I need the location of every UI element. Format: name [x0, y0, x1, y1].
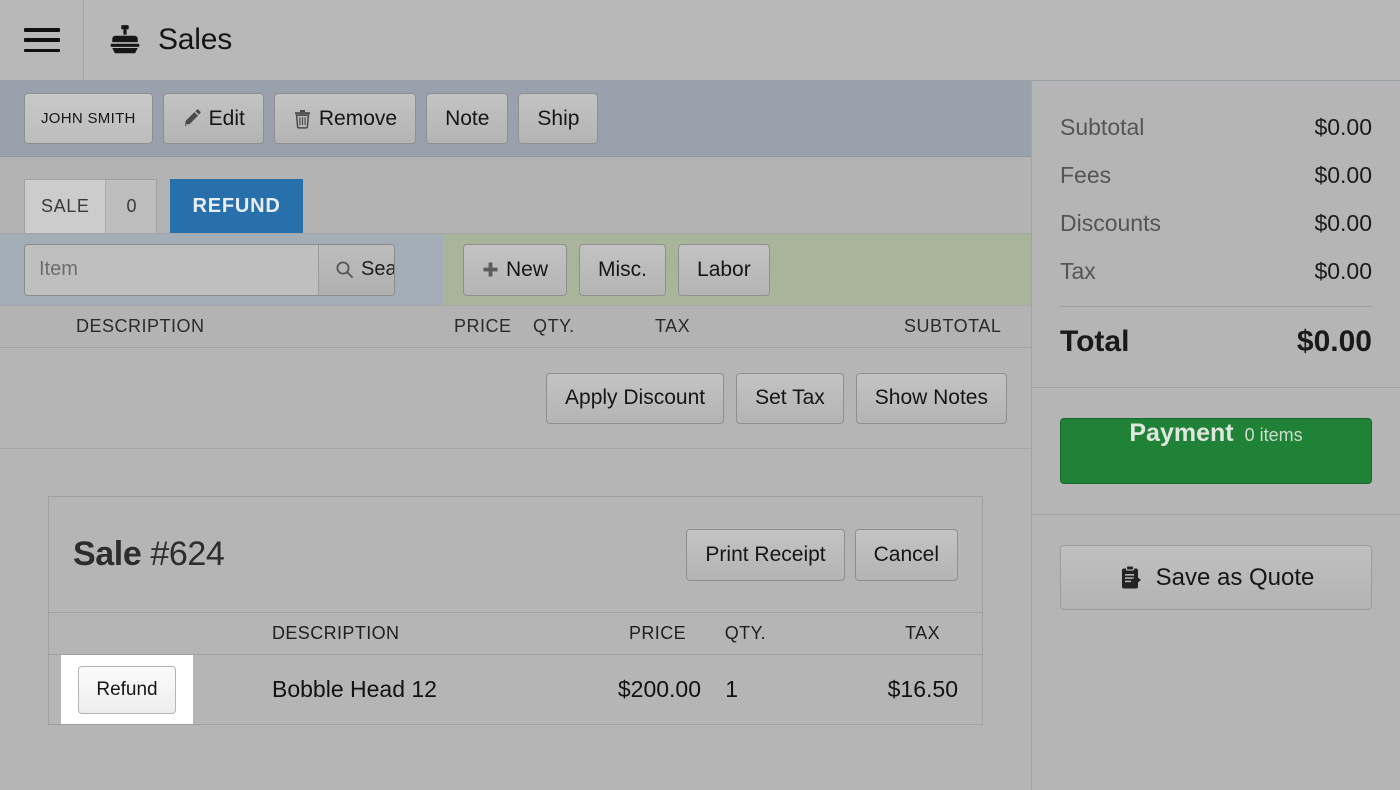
set-tax-button[interactable]: Set Tax [736, 372, 844, 424]
save-as-quote-label: Save as Quote [1155, 563, 1315, 591]
column-description: DESCRIPTION [76, 316, 205, 336]
search-box: Search [24, 243, 395, 296]
plus-icon [483, 262, 498, 277]
discounts-label: Discounts [1060, 210, 1161, 236]
app-title-group: Sales [84, 23, 232, 57]
sale-panel-buttons: Print Receipt Cancel [686, 528, 958, 581]
payment-zone: Payment 0 items [1032, 388, 1400, 514]
remove-button-label: Remove [318, 106, 398, 130]
row-price: $200.00 [617, 676, 701, 702]
subtotal-value: $0.00 [1314, 114, 1372, 140]
customer-name-button[interactable]: JOHN SMITH [24, 93, 153, 144]
sale-word: Sale [73, 535, 142, 573]
column-tax: TAX [655, 316, 691, 336]
sale-columns-header: DESCRIPTION PRICE QTY. TAX [49, 613, 982, 655]
item-search-input[interactable] [25, 244, 318, 295]
page-title: Sales [158, 23, 233, 56]
column-price: PRICE [454, 316, 512, 336]
sale-column-tax: TAX [905, 623, 940, 643]
main-content: JOHN SMITH Edit Remove Note Ship SALE 0 … [0, 81, 1031, 790]
tab-sale-count: 0 [105, 180, 157, 233]
grand-total-value: $0.00 [1296, 325, 1372, 358]
quote-zone: Save as Quote [1032, 515, 1400, 610]
save-as-quote-button[interactable]: Save as Quote [1060, 545, 1372, 610]
search-button-label: Search [361, 258, 395, 280]
totals-divider [1060, 306, 1372, 307]
fees-label: Fees [1060, 162, 1112, 188]
tax-label: Tax [1060, 258, 1096, 284]
search-button[interactable]: Search [318, 244, 395, 295]
column-subtotal: SUBTOTAL [904, 316, 1002, 336]
note-button[interactable]: Note [426, 93, 509, 144]
cancel-button[interactable]: Cancel [854, 528, 958, 581]
sale-column-price: PRICE [628, 623, 686, 643]
totals-sidebar: Subtotal $0.00 Fees $0.00 Discounts $0.0… [1031, 81, 1400, 790]
row-tax: $16.50 [887, 676, 958, 702]
table-row: Refund Bobble Head 12 $200.00 1 $16.50 [49, 655, 982, 724]
hamburger-icon[interactable] [23, 28, 60, 52]
total-row-fees: Fees $0.00 [1060, 162, 1372, 189]
sale-panel: Sale #624 Print Receipt Cancel DESCRIPTI… [48, 496, 983, 725]
app-header: Sales [0, 0, 1400, 81]
magnifier-icon [336, 261, 353, 278]
cash-register-icon [110, 25, 140, 54]
misc-button[interactable]: Misc. [579, 243, 667, 296]
total-row-tax: Tax $0.00 [1060, 258, 1372, 285]
payment-button-label: Payment [1129, 419, 1234, 447]
line-items-column-header: DESCRIPTION PRICE QTY. TAX SUBTOTAL [0, 305, 1031, 348]
sales-screen: Sales JOHN SMITH Edit Remove Note Ship S… [0, 0, 1400, 790]
sale-panel-header: Sale #624 Print Receipt Cancel [49, 497, 982, 613]
clipboard-arrow-icon [1121, 564, 1141, 588]
payment-item-count: 0 items [1244, 425, 1303, 445]
refund-button-focus-halo: Refund [61, 655, 193, 724]
menu-button[interactable] [0, 0, 84, 81]
quick-actions-zone: New Misc. Labor [443, 234, 1031, 305]
edit-button[interactable]: Edit [162, 93, 264, 144]
tax-value: $0.00 [1314, 258, 1372, 284]
edit-button-label: Edit [208, 106, 245, 130]
sale-column-description: DESCRIPTION [272, 623, 400, 643]
line-item-actions: Apply Discount Set Tax Show Notes [0, 348, 1031, 449]
totals-list: Subtotal $0.00 Fees $0.00 Discounts $0.0… [1032, 81, 1400, 359]
apply-discount-button[interactable]: Apply Discount [546, 372, 725, 424]
subtotal-label: Subtotal [1060, 114, 1145, 140]
column-qty: QTY. [533, 316, 575, 336]
tab-sale-label: SALE [25, 180, 106, 233]
tab-sale[interactable]: SALE 0 [24, 179, 158, 233]
discounts-value: $0.00 [1314, 210, 1372, 236]
print-receipt-button[interactable]: Print Receipt [686, 528, 845, 581]
tab-refund[interactable]: REFUND [170, 179, 303, 233]
new-item-button[interactable]: New [463, 243, 568, 296]
pencil-icon [184, 108, 201, 126]
sale-number: #624 [150, 535, 225, 573]
grand-total-label: Total [1060, 325, 1130, 358]
customer-toolbar: JOHN SMITH Edit Remove Note Ship [0, 81, 1031, 157]
sale-panel-title: Sale #624 [73, 535, 225, 574]
search-and-actions-row: Search New Misc. Labor [0, 234, 1031, 305]
total-row-subtotal: Subtotal $0.00 [1060, 114, 1372, 141]
new-item-label: New [506, 257, 549, 281]
ship-button[interactable]: Ship [518, 93, 599, 144]
trash-icon [294, 109, 310, 129]
grand-total-row: Total $0.00 [1060, 325, 1372, 359]
show-notes-button[interactable]: Show Notes [855, 372, 1007, 424]
transaction-tabs: SALE 0 REFUND [0, 157, 1031, 234]
search-zone: Search [0, 234, 443, 305]
row-description: Bobble Head 12 [272, 676, 437, 702]
refund-line-item-button[interactable]: Refund [78, 665, 176, 714]
sale-column-qty: QTY. [724, 623, 766, 643]
remove-button[interactable]: Remove [273, 93, 417, 144]
total-row-discounts: Discounts $0.00 [1060, 210, 1372, 237]
payment-button[interactable]: Payment 0 items [1060, 418, 1372, 484]
fees-value: $0.00 [1314, 162, 1372, 188]
row-qty: 1 [725, 676, 738, 702]
labor-button[interactable]: Labor [678, 243, 770, 296]
